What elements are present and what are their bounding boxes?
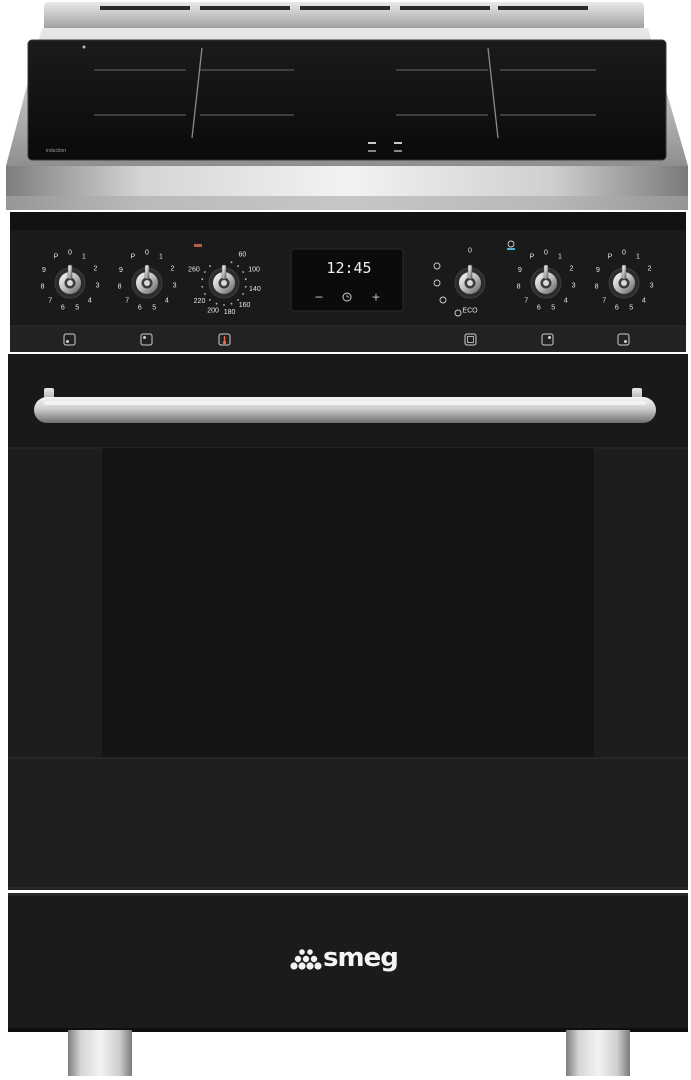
dial-label: 1 — [636, 253, 640, 260]
dial-tick — [230, 261, 233, 264]
dial-label: 5 — [629, 305, 633, 312]
dial-tick — [215, 302, 218, 305]
dial-tick — [204, 293, 206, 295]
dial-label: 1 — [82, 253, 86, 260]
dial-tick — [242, 271, 245, 273]
dial-label: ECO — [462, 308, 478, 315]
knob-hub — [144, 280, 150, 286]
dial-label: 7 — [602, 297, 606, 304]
dial-label: 3 — [572, 282, 576, 289]
dial-tick — [230, 302, 233, 305]
dial-label: 6 — [537, 305, 541, 312]
knob-grip — [144, 264, 150, 280]
dial-tick — [201, 285, 204, 288]
dial-label: P — [530, 253, 535, 260]
dial-label: 0 — [145, 250, 149, 257]
dial-label: 3 — [650, 282, 654, 289]
dial-label: 6 — [138, 305, 142, 312]
dial-label: 200 — [207, 308, 219, 315]
dial-label: 9 — [119, 267, 123, 274]
dial-label: 4 — [165, 297, 169, 304]
clock-time: 12:45 — [326, 259, 371, 277]
dial-tick — [237, 265, 240, 267]
induction-glass: induction — [27, 39, 667, 161]
knob-grip — [467, 264, 473, 280]
dial-label: 0 — [544, 250, 548, 257]
dial-tick — [204, 271, 206, 273]
knob-grip — [67, 264, 73, 280]
dial-label: P — [131, 253, 136, 260]
dial-label: 2 — [170, 266, 174, 273]
dial-tick — [244, 285, 247, 288]
dial-label: 7 — [48, 297, 52, 304]
dial-label: 9 — [518, 267, 522, 274]
storage-drawer[interactable]: smeg — [8, 893, 688, 1028]
dial-label: 0 — [68, 250, 72, 257]
plus-button[interactable]: + — [371, 291, 380, 304]
dial-label: 8 — [41, 283, 45, 290]
dial-label: P — [54, 253, 59, 260]
dial-label: 3 — [96, 282, 100, 289]
dial-label: 4 — [88, 297, 92, 304]
knob-hub — [543, 280, 549, 286]
knob-grip — [621, 264, 627, 280]
heat-indicator-icon — [194, 244, 202, 247]
dial-label: 9 — [42, 267, 46, 274]
dial-label: 5 — [75, 305, 79, 312]
dial-label: 8 — [118, 283, 122, 290]
dial-tick — [244, 278, 247, 281]
dial-label: 100 — [248, 267, 260, 274]
feet — [8, 1028, 688, 1076]
dial-label: 0 — [468, 248, 472, 255]
brand-logo-text: smeg — [323, 943, 398, 973]
dial-label: 9 — [596, 267, 600, 274]
dial-tick — [237, 299, 240, 301]
dial-tick — [209, 299, 211, 301]
clock-display: 12:45 − + — [290, 248, 404, 312]
dial-label: 4 — [642, 297, 646, 304]
dial-label: 4 — [564, 297, 568, 304]
oven-door[interactable] — [8, 354, 688, 890]
dial-label: P — [608, 253, 613, 260]
dial-label: 60 — [239, 251, 247, 258]
dial-tick — [201, 278, 204, 281]
dial-label: 2 — [647, 266, 651, 273]
dial-tick — [223, 304, 225, 306]
dial-label: 5 — [551, 305, 555, 312]
knob-hub — [467, 280, 473, 286]
dial-label: 1 — [558, 253, 562, 260]
dial-tick — [209, 265, 211, 267]
dial-label: 7 — [524, 297, 528, 304]
dial-label: 8 — [517, 283, 521, 290]
dial-label: 2 — [93, 266, 97, 273]
knob-hub — [621, 280, 627, 286]
cooker-illustration: induction 12:45 − + 0123456789P012345678… — [6, 2, 688, 1076]
dial-label: 160 — [239, 302, 251, 309]
dial-label: 2 — [569, 266, 573, 273]
dial-label: 260 — [188, 267, 200, 274]
dial-label: 220 — [194, 298, 206, 305]
dial-label: 180 — [224, 309, 236, 316]
dial-label: 7 — [125, 297, 129, 304]
knob-hub — [221, 280, 227, 286]
dial-label: 5 — [152, 305, 156, 312]
dial-label: 8 — [595, 283, 599, 290]
dial-label: 6 — [61, 305, 65, 312]
dial-label: 3 — [173, 282, 177, 289]
dial-tick — [242, 293, 245, 295]
knob-grip — [221, 264, 227, 280]
dial-label: 6 — [615, 305, 619, 312]
knob-grip — [543, 264, 549, 280]
dial-label: 1 — [159, 253, 163, 260]
dial-label: 0 — [622, 250, 626, 257]
minus-button[interactable]: − — [314, 291, 323, 304]
dial-label: 140 — [249, 286, 261, 293]
knob-hub — [67, 280, 73, 286]
hob-brand-mark: induction — [46, 148, 66, 154]
